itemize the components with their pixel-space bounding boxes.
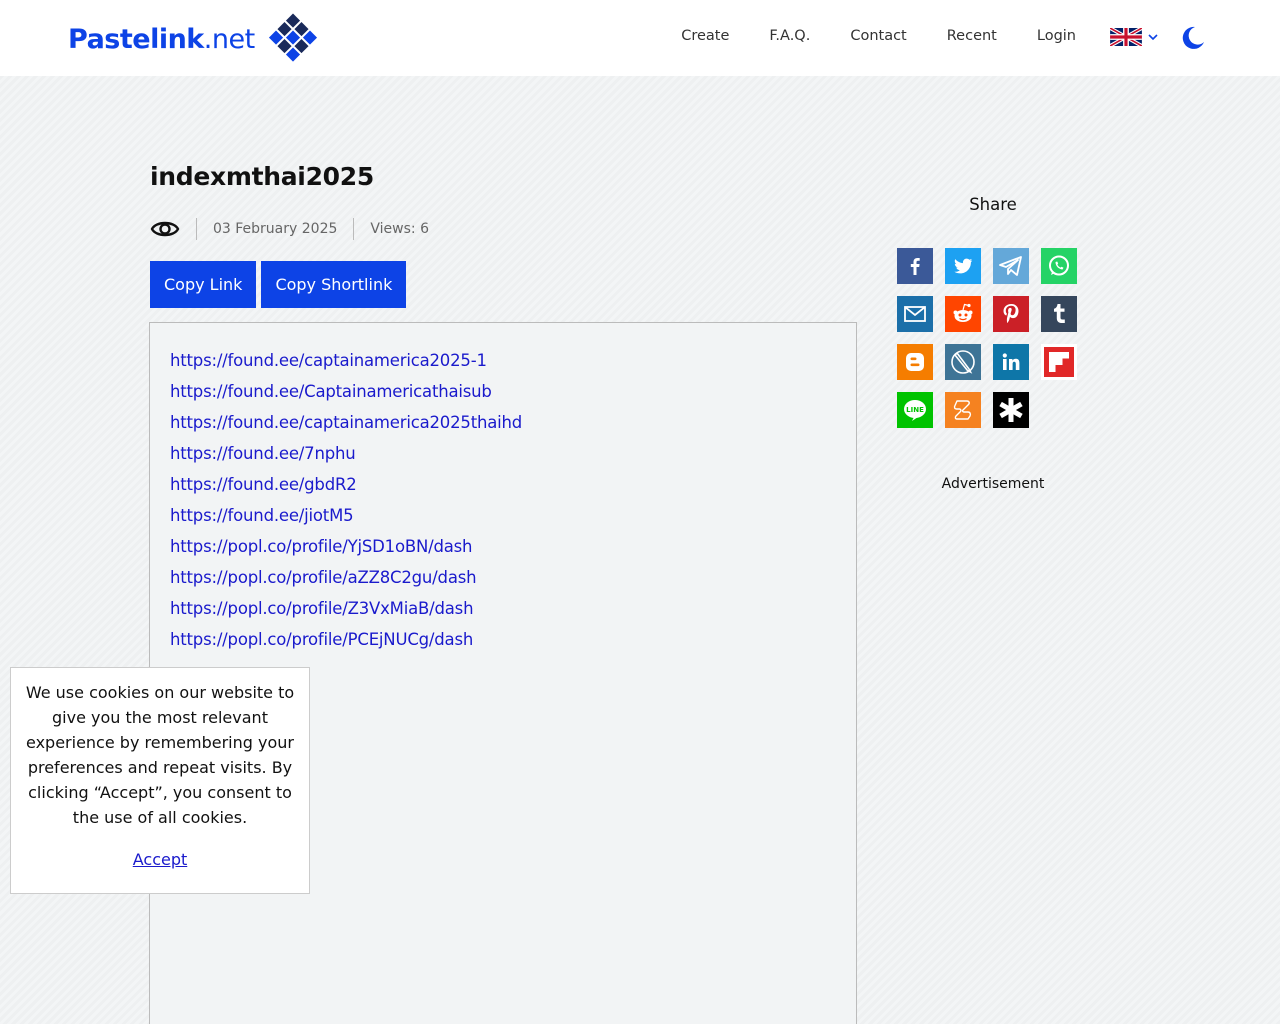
advertisement-label: Advertisement xyxy=(941,476,1045,492)
facebook-icon[interactable] xyxy=(897,248,933,284)
pinterest-icon[interactable] xyxy=(993,296,1029,332)
cookie-accept-link[interactable]: Accept xyxy=(133,850,188,869)
tumblr-icon[interactable] xyxy=(1041,296,1077,332)
nav-faq[interactable]: F.A.Q. xyxy=(769,26,810,46)
whatsapp-icon[interactable] xyxy=(1041,248,1077,284)
email-icon[interactable] xyxy=(897,296,933,332)
meta-divider xyxy=(196,218,197,240)
language-selector[interactable] xyxy=(1110,28,1158,46)
nav-login[interactable]: Login xyxy=(1037,26,1076,46)
chevron-down-icon xyxy=(1148,31,1158,44)
cookie-message: We use cookies on our website to give yo… xyxy=(25,683,295,827)
blogger-icon[interactable] xyxy=(897,344,933,380)
nav-contact[interactable]: Contact xyxy=(850,26,906,46)
paste-link[interactable]: https://popl.co/profile/aZZ8C2gu/dash xyxy=(170,562,856,593)
copy-shortlink-button[interactable]: Copy Shortlink xyxy=(261,261,407,308)
telegram-icon[interactable] xyxy=(993,248,1029,284)
moon-icon xyxy=(1182,26,1204,49)
paste-title: indexmthai2025 xyxy=(150,162,374,191)
share-title: Share xyxy=(969,195,1017,214)
paste-link[interactable]: https://popl.co/profile/Z3VxMiaB/dash xyxy=(170,593,856,624)
copy-buttons: Copy Link Copy Shortlink xyxy=(150,261,411,308)
nav-recent[interactable]: Recent xyxy=(947,26,997,46)
meta-divider xyxy=(353,218,355,240)
share-buttons: LINE xyxy=(897,248,1089,428)
copy-link-button[interactable]: Copy Link xyxy=(150,261,257,308)
theme-toggle[interactable] xyxy=(1180,25,1206,55)
paste-link[interactable]: https://found.ee/gbdR2 xyxy=(170,469,856,500)
twitter-icon[interactable] xyxy=(945,248,981,284)
paste-meta: 03 February 2025 Views: 6 xyxy=(150,214,429,244)
eye-icon xyxy=(150,221,180,237)
livejournal-icon[interactable] xyxy=(945,344,981,380)
paste-link[interactable]: https://found.ee/7nphu xyxy=(170,438,856,469)
line-icon[interactable]: LINE xyxy=(897,392,933,428)
svg-text:LINE: LINE xyxy=(906,406,924,414)
flipboard-icon[interactable] xyxy=(1041,344,1077,380)
asterisk-icon[interactable] xyxy=(993,392,1029,428)
nav-create[interactable]: Create xyxy=(681,26,729,46)
paste-link[interactable]: https://found.ee/captainamerica2025thaih… xyxy=(170,407,856,438)
logo-text: Pastelink.net xyxy=(68,23,255,55)
paste-link[interactable]: https://found.ee/jiotM5 xyxy=(170,500,856,531)
paste-views: Views: 6 xyxy=(370,221,429,237)
paste-date: 03 February 2025 xyxy=(213,221,338,237)
main-nav: Create F.A.Q. Contact Recent Login xyxy=(641,26,1076,46)
site-logo[interactable]: Pastelink.net xyxy=(68,10,321,68)
cookie-banner: We use cookies on our website to give yo… xyxy=(10,667,310,894)
paste-link[interactable]: https://found.ee/Captainamericathaisub xyxy=(170,376,856,407)
paste-link[interactable]: https://popl.co/profile/YjSD1oBN/dash xyxy=(170,531,856,562)
ok-icon[interactable] xyxy=(945,392,981,428)
site-header: Pastelink.net Create F.A.Q. Contact Rece… xyxy=(0,0,1280,76)
paste-link[interactable]: https://popl.co/profile/PCEjNUCg/dash xyxy=(170,624,856,655)
linkedin-icon[interactable] xyxy=(993,344,1029,380)
paste-link[interactable]: https://found.ee/captainamerica2025-1 xyxy=(170,345,856,376)
uk-flag-icon xyxy=(1110,28,1142,46)
logo-mark-icon xyxy=(268,13,317,62)
reddit-icon[interactable] xyxy=(945,296,981,332)
